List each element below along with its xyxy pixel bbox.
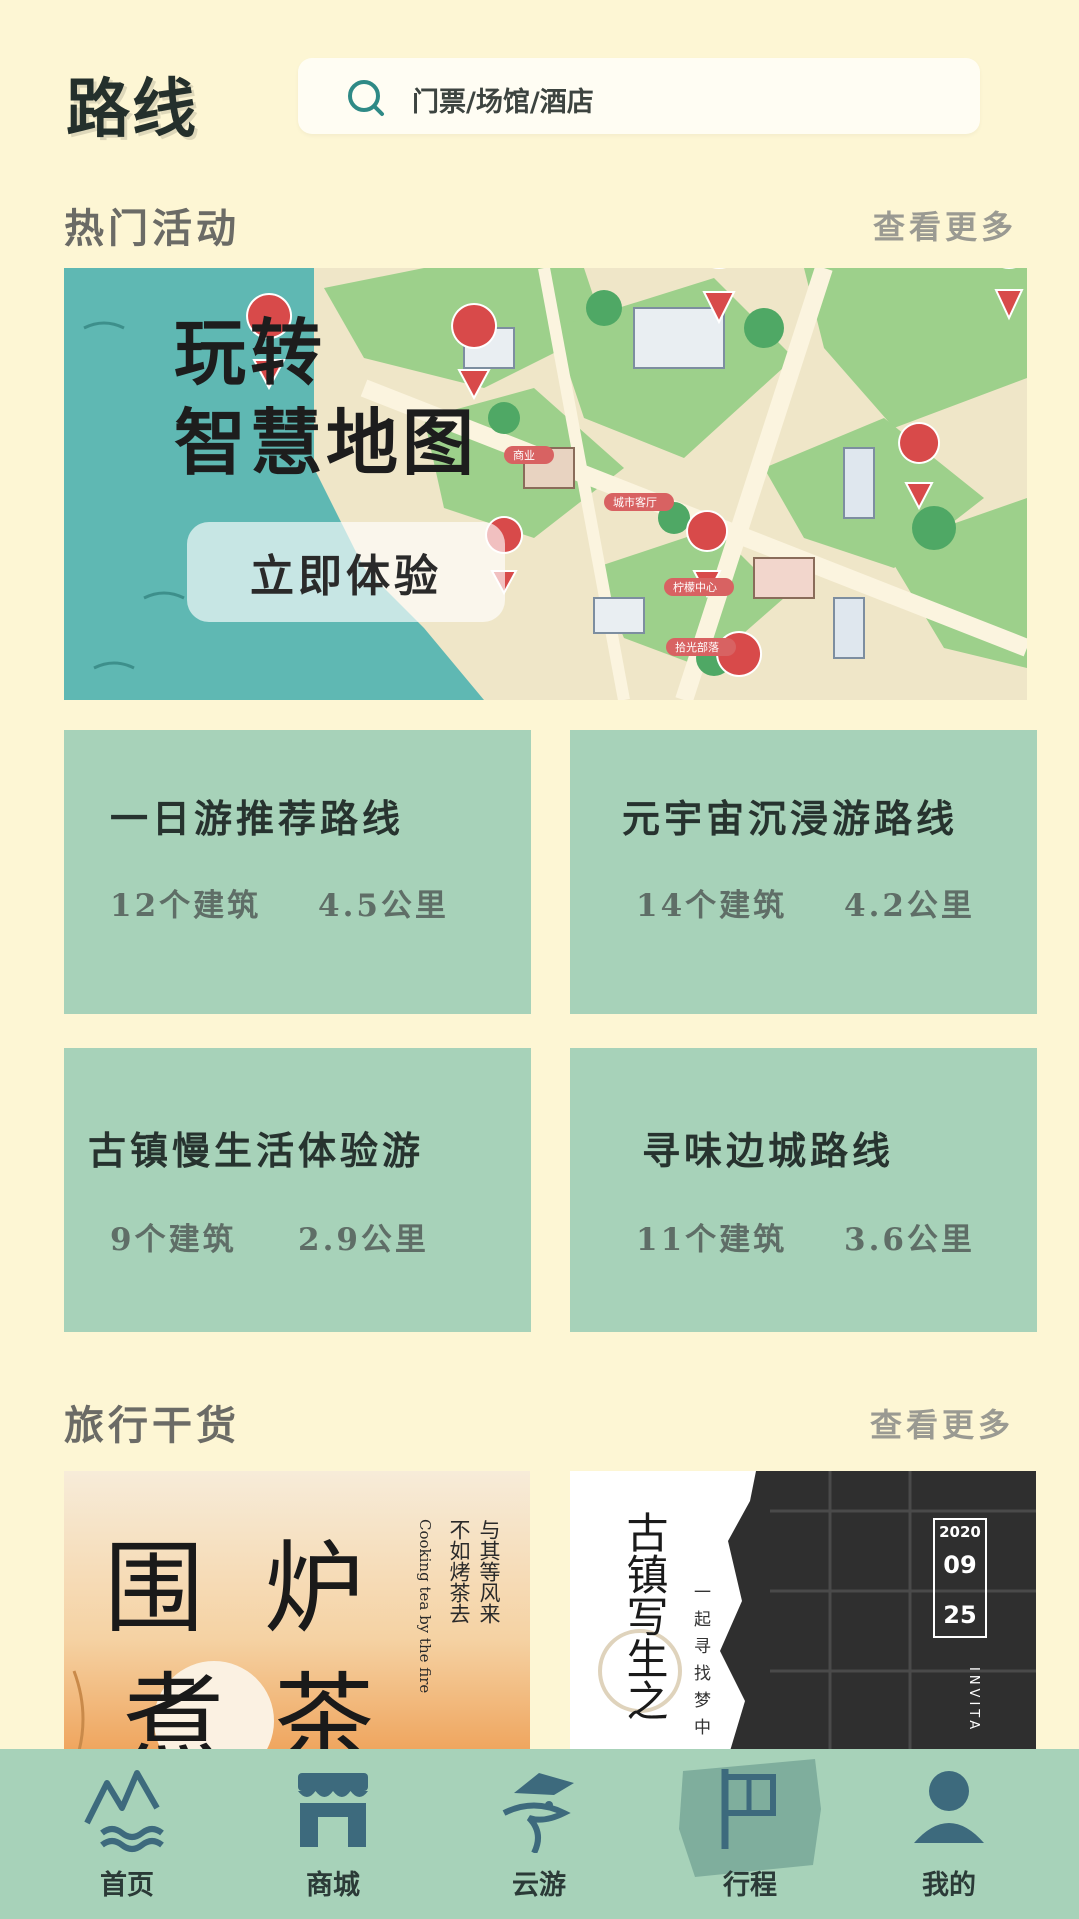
tab-cloud-travel[interactable]: 云游 [464,1749,614,1919]
banner-title: 玩转 智慧地图 [174,308,478,488]
tab-shop[interactable]: 商城 [258,1749,408,1919]
tab-profile[interactable]: 我的 [874,1749,1024,1919]
route-name: 寻味边城路线 [642,1128,895,1173]
poster-year: 2020 [939,1523,981,1541]
search-bar[interactable]: 门票/场馆/酒店 [298,58,980,134]
tab-itinerary-label: 行程 [723,1870,777,1901]
poster-slogan-2: 不如烤茶去 [447,1519,471,1624]
tab-home-label: 首页 [100,1870,154,1901]
tab-itinerary[interactable]: 行程 [675,1749,825,1919]
article-card-sketch[interactable]: 古镇写生之 一起寻找梦中 2020 09 25 INVITA [570,1471,1036,1751]
map-label: 拾光部落 [675,640,719,654]
route-distance: 4.5公里 [318,888,449,924]
route-name: 古镇慢生活体验游 [88,1128,425,1173]
poster-month: 09 [943,1551,977,1579]
search-input[interactable]: 门票/场馆/酒店 [412,80,594,119]
route-buildings: 12个建筑 [110,888,262,924]
route-card[interactable]: 一日游推荐路线 12个建筑 4.5公里 [64,730,531,1014]
poster-english: INVITA [966,1667,981,1734]
hot-activities-title: 热门活动 [64,205,240,252]
tab-shop-label: 商城 [306,1870,360,1901]
route-buildings: 9个建筑 [110,1222,237,1258]
map-label: 城市客厅 [613,495,657,509]
tab-home[interactable]: 首页 [52,1749,202,1919]
user-icon [914,1771,984,1843]
map-label: 柠檬中心 [673,580,717,594]
poster-subtitle: 一起寻找梦中 [690,1583,710,1745]
travel-tips-more-link[interactable]: 查看更多 [870,1400,1014,1446]
try-now-button[interactable]: 立即体验 [187,522,505,622]
route-distance: 3.6公里 [844,1222,975,1258]
poster-char: 茶 [274,1662,374,1751]
flag-icon [721,1769,776,1849]
route-card[interactable]: 寻味边城路线 11个建筑 3.6公里 [570,1048,1037,1332]
poster-slogan-1: 与其等风来 [477,1519,501,1624]
poster-char: 煮 [124,1662,224,1751]
route-buildings: 11个建筑 [636,1222,788,1258]
route-name: 元宇宙沉浸游路线 [622,796,959,841]
poster-title: 古镇写生之 [620,1511,669,1721]
cloud-travel-icon [502,1773,574,1853]
banner-title-line1: 玩转 [174,310,327,395]
smart-map-banner[interactable]: 城市客厅 柠檬中心 拾光部落 商业 玩转 智慧地图 立即体验 [64,268,1027,700]
map-label: 商业 [513,448,535,462]
route-card[interactable]: 古镇慢生活体验游 9个建筑 2.9公里 [64,1048,531,1332]
tab-profile-label: 我的 [922,1870,976,1901]
bottom-tab-bar: 首页 商城 云游 行程 我的 [0,1749,1079,1919]
poster-day: 25 [943,1601,977,1629]
article-card-tea[interactable]: 围 炉 煮 茶 与其等风来 不如烤茶去 Cooking tea by the f… [64,1471,530,1751]
route-buildings: 14个建筑 [636,888,788,924]
hot-activities-more-link[interactable]: 查看更多 [873,202,1017,248]
poster-char: 炉 [264,1530,364,1647]
search-icon [348,80,384,116]
tab-cloud-travel-label: 云游 [512,1870,566,1901]
banner-title-line2: 智慧地图 [174,400,479,485]
route-distance: 4.2公里 [844,888,975,924]
route-card[interactable]: 元宇宙沉浸游路线 14个建筑 4.2公里 [570,730,1037,1014]
travel-tips-title: 旅行干货 [64,1402,240,1449]
home-mountain-icon [84,1770,164,1852]
poster-english: Cooking tea by the fire [416,1519,434,1694]
shop-icon [298,1773,368,1847]
page-title: 路线 [66,72,198,147]
route-distance: 2.9公里 [298,1222,429,1258]
route-name: 一日游推荐路线 [110,796,405,841]
poster-char: 围 [104,1530,204,1647]
